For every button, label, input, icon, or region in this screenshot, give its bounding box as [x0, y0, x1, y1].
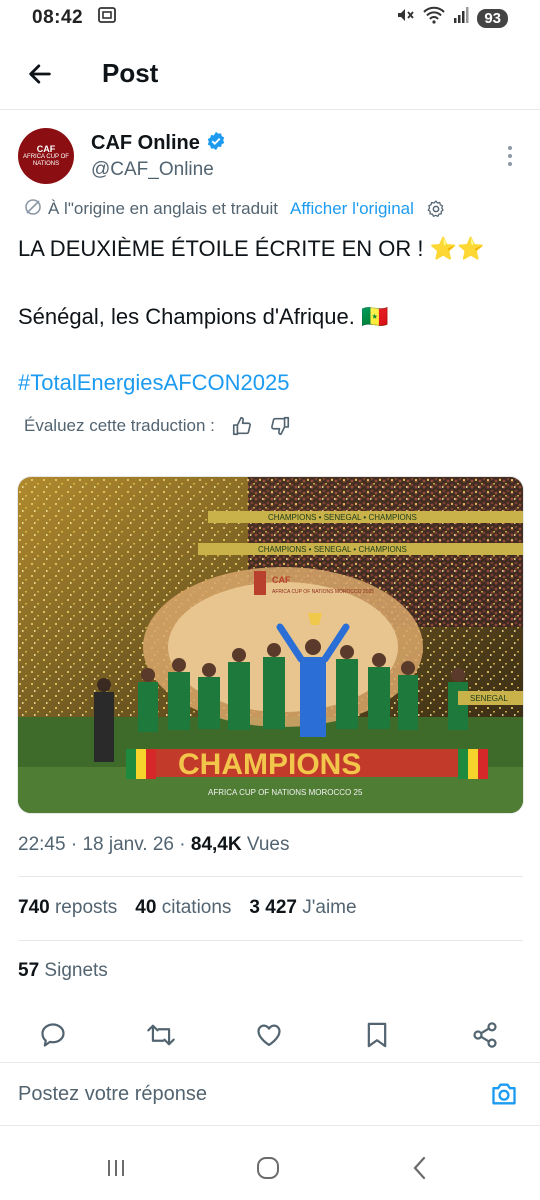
thumbs-down-button[interactable] — [269, 415, 291, 437]
share-icon — [473, 1022, 497, 1048]
author-name[interactable]: CAF Online — [91, 132, 200, 155]
post-header: Post — [0, 38, 540, 110]
chevron-left-icon — [413, 1156, 426, 1180]
reply-icon — [41, 1023, 65, 1047]
camera-icon — [492, 1083, 516, 1105]
bookmark-button[interactable] — [354, 1012, 400, 1058]
system-back-button[interactable] — [400, 1150, 440, 1186]
views-label: Vues — [246, 834, 290, 855]
translation-note: À l"origine en anglais et traduit — [48, 199, 279, 218]
page-title: Post — [102, 58, 159, 88]
status-time: 08:42 — [32, 7, 84, 28]
champions-photo: CHAMPIONS • SENEGAL • CHAMPIONS CHAMPION… — [18, 477, 523, 813]
post-time: 22:45 — [18, 834, 66, 855]
podium-subtitle: AFRICA CUP OF NATIONS MOROCCO 25 — [208, 788, 363, 797]
heart-icon — [257, 1024, 281, 1047]
avatar-logo-subtext: AFRICA CUP OF NATIONS — [23, 154, 69, 167]
senegal-flag-left — [126, 749, 156, 779]
camera-button[interactable] — [486, 1076, 522, 1112]
more-vertical-icon — [508, 146, 512, 166]
action-bar — [0, 1012, 540, 1058]
author-handle[interactable]: @CAF_Online — [91, 159, 226, 181]
signal-icon — [453, 6, 469, 30]
recent-apps-icon — [108, 1160, 124, 1176]
tweet-text-line-1: LA DEUXIÈME ÉTOILE ÉCRITE EN OR ! ⭐⭐ — [18, 236, 485, 261]
goalkeeper-figure — [300, 657, 326, 737]
show-original-link[interactable]: Afficher l'original — [290, 199, 414, 219]
translate-icon — [24, 198, 42, 221]
recent-apps-button[interactable] — [96, 1150, 136, 1186]
repost-button[interactable] — [138, 1012, 184, 1058]
wifi-icon — [423, 5, 446, 31]
quotes-count: 40 — [135, 897, 157, 918]
reposts-label: reposts — [54, 897, 118, 918]
post-meta: 22:45 · 18 janv. 26 · 84,4K Vues — [18, 834, 290, 855]
likes-stat[interactable]: 3 427 J'aime — [249, 897, 356, 919]
rate-translation: Évaluez cette traduction : — [24, 415, 291, 437]
more-options-button[interactable] — [498, 136, 522, 176]
avatar-logo-text: CAF — [36, 144, 56, 154]
arrow-left-icon — [29, 63, 51, 84]
like-button[interactable] — [246, 1012, 292, 1058]
screenshot-icon — [97, 5, 117, 31]
pitch-board-text: SENEGAL — [470, 694, 508, 703]
divider — [18, 876, 523, 877]
home-button[interactable] — [248, 1150, 288, 1186]
quotes-stat[interactable]: 40 citations — [135, 897, 231, 919]
tweet-media-photo[interactable]: CHAMPIONS • SENEGAL • CHAMPIONS CHAMPION… — [17, 476, 524, 814]
home-icon — [257, 1157, 279, 1179]
bookmarks-stat[interactable]: 57 Signets — [18, 960, 108, 982]
stadium-banner-middle: CHAMPIONS • SENEGAL • CHAMPIONS — [258, 545, 407, 554]
tweet-text-line-2: Sénégal, les Champions d'Afrique. 🇸🇳 — [18, 304, 389, 329]
thumbs-up-button[interactable] — [231, 415, 253, 437]
bookmarks-count: 57 — [18, 960, 40, 981]
quotes-label: citations — [161, 897, 232, 918]
podium-champions-text: CHAMPIONS — [178, 748, 361, 781]
svg-text:CAF: CAF — [272, 575, 291, 585]
share-button[interactable] — [462, 1012, 508, 1058]
bookmark-icon — [367, 1022, 387, 1048]
translation-settings-button[interactable] — [426, 199, 446, 219]
reply-button[interactable] — [30, 1012, 76, 1058]
thumbs-down-icon — [270, 416, 289, 436]
back-button[interactable] — [10, 44, 70, 104]
system-navigation-bar — [0, 1140, 540, 1196]
likes-count: 3 427 — [249, 897, 297, 918]
stadium-banner-top: CHAMPIONS • SENEGAL • CHAMPIONS — [268, 513, 417, 522]
translation-notice: À l"origine en anglais et traduit Affich… — [24, 196, 504, 222]
reposts-count: 740 — [18, 897, 50, 918]
views-count: 84,4K — [190, 834, 242, 855]
avatar[interactable]: CAF AFRICA CUP OF NATIONS — [18, 128, 74, 184]
divider — [18, 940, 523, 941]
author-row: CAF AFRICA CUP OF NATIONS CAF Online @CA… — [18, 126, 522, 186]
verified-badge-icon — [206, 131, 226, 156]
thumbs-up-icon — [232, 416, 251, 436]
repost-icon — [147, 1024, 175, 1046]
status-bar: 08:42 93 — [0, 0, 540, 36]
engagement-stats: 740 reposts 40 citations 3 427 J'aime — [18, 897, 357, 919]
mute-icon — [395, 5, 415, 31]
senegal-flag-right — [458, 749, 488, 779]
bookmarks-label: Signets — [44, 960, 108, 981]
reply-composer — [0, 1062, 540, 1126]
gear-icon — [427, 200, 444, 217]
reply-input[interactable] — [18, 1082, 486, 1106]
svg-text:AFRICA CUP OF NATIONS MOROCCO: AFRICA CUP OF NATIONS MOROCCO 2025 — [272, 589, 374, 595]
hashtag-link[interactable]: #TotalEnergiesAFCON2025 — [18, 370, 289, 396]
reposts-stat[interactable]: 740 reposts — [18, 897, 117, 919]
rate-translation-label: Évaluez cette traduction : — [24, 416, 215, 435]
post-date: 18 janv. 26 — [82, 834, 174, 855]
likes-label: J'aime — [302, 897, 357, 918]
battery-indicator: 93 — [477, 8, 508, 28]
author-info: CAF Online @CAF_Online — [91, 131, 226, 181]
